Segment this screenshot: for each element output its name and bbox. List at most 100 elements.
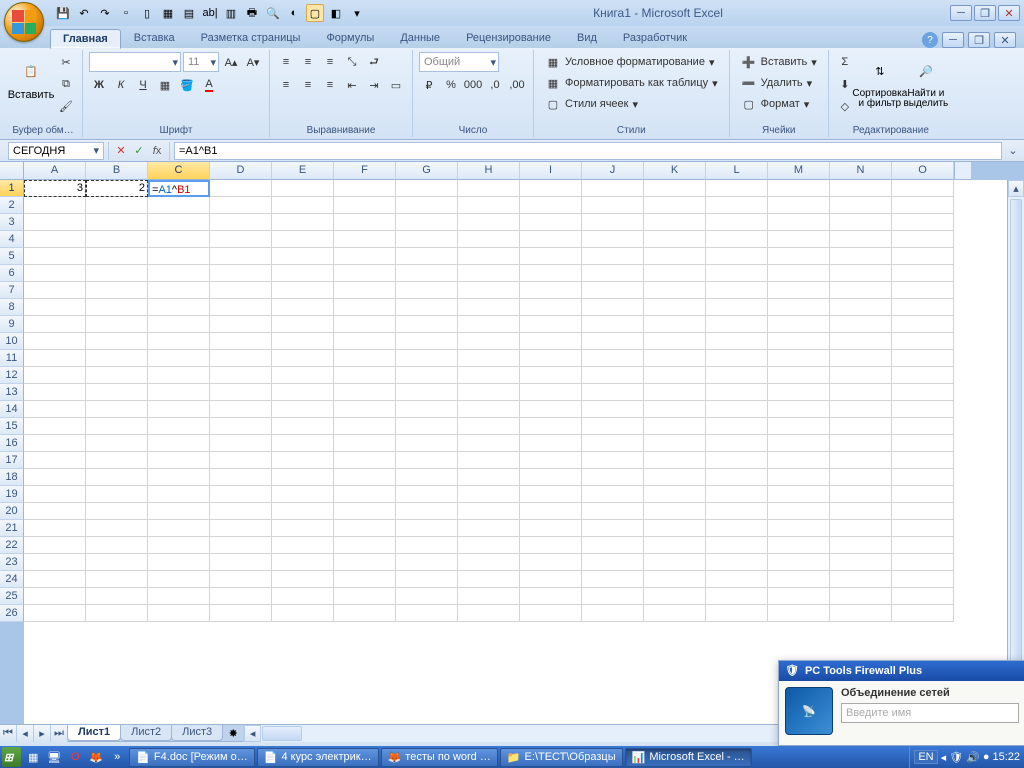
cell[interactable] bbox=[334, 299, 396, 316]
cell[interactable] bbox=[706, 316, 768, 333]
cell[interactable] bbox=[582, 316, 644, 333]
cell[interactable] bbox=[396, 571, 458, 588]
column-header[interactable]: K bbox=[644, 162, 706, 180]
cell[interactable] bbox=[830, 282, 892, 299]
taskbar-item[interactable]: 📄F4.doc [Режим о… bbox=[129, 748, 255, 767]
delete-cells-button[interactable]: ➖Удалить▾ bbox=[736, 73, 818, 93]
cell[interactable] bbox=[892, 418, 954, 435]
next-sheet-button[interactable]: ▸ bbox=[34, 725, 51, 742]
print-icon[interactable]: 🖶 bbox=[243, 4, 261, 22]
cell[interactable] bbox=[582, 588, 644, 605]
scroll-left-button[interactable]: ◂ bbox=[244, 725, 261, 742]
cell[interactable] bbox=[892, 282, 954, 299]
cell[interactable] bbox=[458, 316, 520, 333]
align-top-icon[interactable]: ≡ bbox=[276, 52, 296, 72]
cell[interactable] bbox=[396, 503, 458, 520]
cell[interactable] bbox=[768, 214, 830, 231]
cell[interactable] bbox=[520, 299, 582, 316]
cell[interactable] bbox=[706, 180, 768, 197]
cell[interactable] bbox=[396, 554, 458, 571]
cell[interactable] bbox=[396, 384, 458, 401]
cell[interactable] bbox=[706, 282, 768, 299]
cell[interactable] bbox=[396, 248, 458, 265]
tab-page-layout[interactable]: Разметка страницы bbox=[188, 28, 314, 48]
cell[interactable] bbox=[148, 469, 210, 486]
cell[interactable] bbox=[210, 401, 272, 418]
ql-desktop-icon[interactable]: 🖥 bbox=[44, 747, 64, 767]
row-header[interactable]: 6 bbox=[0, 265, 24, 282]
row-header[interactable]: 7 bbox=[0, 282, 24, 299]
merge-center-icon[interactable]: ▭ bbox=[386, 75, 406, 95]
cell[interactable] bbox=[24, 469, 86, 486]
cell[interactable] bbox=[520, 333, 582, 350]
cell[interactable] bbox=[458, 299, 520, 316]
cell[interactable] bbox=[334, 554, 396, 571]
cell[interactable] bbox=[644, 180, 706, 197]
cell[interactable] bbox=[86, 231, 148, 248]
maximize-button[interactable]: ❐ bbox=[974, 5, 996, 21]
cell[interactable] bbox=[768, 231, 830, 248]
column-header[interactable]: C bbox=[148, 162, 210, 180]
cell[interactable] bbox=[272, 350, 334, 367]
redo-icon[interactable]: ↷ bbox=[96, 4, 114, 22]
cell[interactable] bbox=[706, 214, 768, 231]
office-button[interactable] bbox=[4, 2, 44, 42]
help-icon[interactable]: ? bbox=[922, 32, 938, 48]
ql-firefox-icon[interactable]: 🦊 bbox=[86, 747, 106, 767]
cell[interactable] bbox=[644, 214, 706, 231]
cell[interactable] bbox=[582, 333, 644, 350]
cell[interactable] bbox=[768, 180, 830, 197]
cell[interactable] bbox=[582, 248, 644, 265]
cell[interactable] bbox=[768, 333, 830, 350]
cell[interactable] bbox=[582, 469, 644, 486]
font-name-combo[interactable]: ▾ bbox=[89, 52, 181, 72]
cell[interactable] bbox=[644, 333, 706, 350]
row-header[interactable]: 2 bbox=[0, 197, 24, 214]
cell[interactable] bbox=[148, 316, 210, 333]
cell[interactable] bbox=[582, 418, 644, 435]
row-header[interactable]: 11 bbox=[0, 350, 24, 367]
cell[interactable] bbox=[86, 469, 148, 486]
cell[interactable] bbox=[768, 350, 830, 367]
cell[interactable] bbox=[24, 452, 86, 469]
sort-filter-button[interactable]: ⇅ Сортировка и фильтр bbox=[859, 52, 901, 112]
cell[interactable] bbox=[86, 367, 148, 384]
cell[interactable] bbox=[334, 214, 396, 231]
cell[interactable] bbox=[210, 316, 272, 333]
cell[interactable] bbox=[706, 248, 768, 265]
cell[interactable] bbox=[582, 350, 644, 367]
cell[interactable] bbox=[892, 452, 954, 469]
cell[interactable] bbox=[86, 197, 148, 214]
decrease-decimal-icon[interactable]: ,00 bbox=[507, 75, 527, 95]
cell[interactable] bbox=[86, 418, 148, 435]
cell[interactable] bbox=[644, 367, 706, 384]
cell[interactable] bbox=[24, 537, 86, 554]
cell[interactable] bbox=[582, 605, 644, 622]
qat-item[interactable]: ◧ bbox=[327, 4, 345, 22]
cell[interactable] bbox=[148, 537, 210, 554]
align-bottom-icon[interactable]: ≡ bbox=[320, 52, 340, 72]
cell[interactable] bbox=[458, 452, 520, 469]
row-header[interactable]: 18 bbox=[0, 469, 24, 486]
cell[interactable] bbox=[210, 350, 272, 367]
cell[interactable] bbox=[210, 503, 272, 520]
cell[interactable] bbox=[458, 605, 520, 622]
cell[interactable] bbox=[458, 384, 520, 401]
cell[interactable] bbox=[148, 282, 210, 299]
start-button[interactable]: ⊞ bbox=[2, 747, 21, 767]
cell[interactable] bbox=[706, 418, 768, 435]
increase-indent-icon[interactable]: ⇥ bbox=[364, 75, 384, 95]
cell[interactable] bbox=[520, 231, 582, 248]
cell[interactable] bbox=[644, 486, 706, 503]
cell[interactable] bbox=[334, 316, 396, 333]
cell[interactable] bbox=[334, 333, 396, 350]
cell[interactable] bbox=[210, 520, 272, 537]
conditional-formatting-button[interactable]: ▦Условное форматирование▾ bbox=[540, 52, 719, 72]
ql-opera-icon[interactable]: O bbox=[65, 747, 85, 767]
cell[interactable] bbox=[768, 299, 830, 316]
cell[interactable] bbox=[334, 384, 396, 401]
hscroll-thumb[interactable] bbox=[262, 726, 302, 741]
cell[interactable] bbox=[768, 469, 830, 486]
cell[interactable] bbox=[458, 350, 520, 367]
cell[interactable] bbox=[396, 537, 458, 554]
